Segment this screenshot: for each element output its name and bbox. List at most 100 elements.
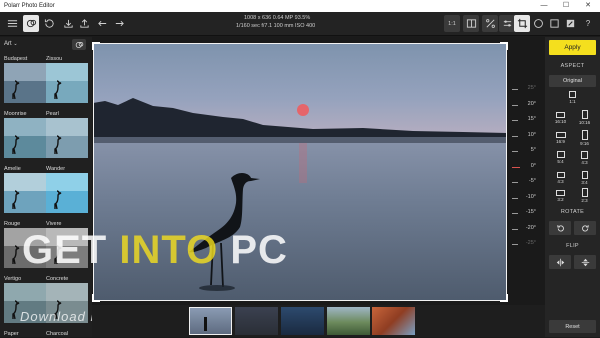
filter-zissou[interactable]: Zissou bbox=[46, 55, 88, 103]
aspect-ratio-button[interactable]: 4:3 bbox=[573, 149, 596, 166]
aspect-ratio-button[interactable]: 2:3 bbox=[573, 187, 596, 204]
filter-name: Moonrise bbox=[4, 111, 27, 117]
rotate-heading: ROTATE bbox=[560, 209, 585, 215]
crop-handle-bottom-right[interactable] bbox=[500, 294, 508, 302]
maximize-button[interactable]: ☐ bbox=[556, 0, 576, 12]
filter-name: Vertigo bbox=[4, 276, 22, 282]
aspect-ratio-button[interactable]: 16:9 bbox=[549, 129, 572, 146]
crop-handle-top-left[interactable] bbox=[92, 42, 100, 50]
brush-icon[interactable] bbox=[562, 15, 578, 32]
menu-icon[interactable] bbox=[4, 15, 20, 32]
percent-icon[interactable] bbox=[482, 15, 498, 32]
aspect-shape-icon bbox=[581, 150, 588, 159]
filter-budapest[interactable]: Budapest bbox=[4, 55, 46, 103]
ruler-tick: 25° bbox=[512, 85, 542, 93]
category-dropdown[interactable]: Art ⌄ bbox=[4, 41, 18, 47]
tick-label: -25° bbox=[525, 240, 536, 246]
ruler-tick: 10° bbox=[512, 132, 542, 140]
aspect-ratio-button[interactable]: 3:2 bbox=[549, 187, 572, 204]
ruler-tick: 15° bbox=[512, 116, 542, 124]
tick-mark bbox=[512, 244, 518, 245]
aspect-shape-icon bbox=[556, 151, 565, 158]
film-thumb-canyon[interactable] bbox=[372, 307, 415, 335]
flip-horizontal-icon[interactable] bbox=[549, 255, 571, 269]
redo-icon[interactable] bbox=[111, 15, 127, 32]
top-toolbar: 1008 x 636 0.64 MP 93.5% 1/160 sec f/7.1… bbox=[0, 12, 600, 36]
aspect-ratio-label: 4:3 bbox=[557, 178, 564, 184]
tick-mark bbox=[512, 120, 518, 121]
aspect-ratio-button[interactable]: 10:16 bbox=[573, 109, 596, 126]
aspect-shape-icon bbox=[581, 170, 588, 179]
filter-name: Pearl bbox=[46, 111, 59, 117]
rotate-right-icon[interactable] bbox=[574, 221, 596, 235]
aspect-ratio-label: 3:2 bbox=[557, 196, 564, 202]
filter-amelie[interactable]: Amelie bbox=[4, 165, 46, 213]
tick-mark bbox=[512, 182, 518, 183]
film-thumb-dark-sky[interactable] bbox=[281, 307, 324, 335]
crop-icon[interactable] bbox=[514, 15, 530, 32]
square-mask-icon[interactable] bbox=[546, 15, 562, 32]
minimize-button[interactable]: — bbox=[534, 0, 554, 12]
flip-vertical-icon[interactable] bbox=[574, 255, 596, 269]
filter-overlay-icon[interactable] bbox=[72, 39, 86, 50]
aspect-ratio-button[interactable]: 3:4 bbox=[573, 169, 596, 186]
aspect-ratio-label: 9:16 bbox=[580, 140, 589, 146]
filter-pearl[interactable]: Pearl bbox=[46, 110, 88, 158]
aspect-ratio-button[interactable]: 1:1 bbox=[561, 89, 584, 106]
tick-mark bbox=[512, 197, 518, 199]
tick-mark bbox=[512, 213, 518, 214]
aspect-ratio-button[interactable]: 9:16 bbox=[573, 129, 596, 146]
undo-icon[interactable] bbox=[94, 15, 110, 32]
aspect-shape-icon bbox=[556, 189, 565, 196]
aspect-ratio-label: 10:16 bbox=[578, 120, 591, 125]
ruler-tick: 5° bbox=[512, 147, 542, 155]
original-aspect-button[interactable]: Original bbox=[549, 75, 596, 87]
filter-wander[interactable]: Wander bbox=[46, 165, 88, 213]
crop-handle-top-right[interactable] bbox=[500, 42, 508, 50]
flip-heading: FLIP bbox=[566, 243, 579, 249]
tick-label: -20° bbox=[525, 224, 536, 231]
import-icon[interactable] bbox=[60, 15, 76, 32]
filmstrip bbox=[92, 305, 545, 337]
aspect-ratio-label: 2:3 bbox=[581, 198, 588, 203]
compare-icon[interactable] bbox=[463, 15, 479, 32]
filter-name: Budapest bbox=[4, 56, 28, 62]
aspect-shape-icon bbox=[555, 131, 566, 138]
aspect-ratio-label: 16:9 bbox=[556, 138, 565, 144]
rotate-left-icon[interactable] bbox=[549, 221, 571, 235]
crop-handle-bottom-left[interactable] bbox=[92, 294, 100, 302]
close-button[interactable]: ✕ bbox=[578, 0, 598, 12]
film-thumb-hills[interactable] bbox=[327, 307, 370, 335]
tick-mark bbox=[512, 135, 518, 137]
filter-moonrise[interactable]: Moonrise bbox=[4, 110, 46, 158]
filters-icon[interactable] bbox=[23, 15, 39, 32]
rotation-ruler[interactable]: 25° 20° 15° 10° 5° 0° -5° -10° -15° -20° -25° bbox=[512, 85, 542, 265]
zoom-1to1-button[interactable]: 1:1 bbox=[444, 15, 460, 32]
apply-button[interactable]: Apply bbox=[549, 40, 596, 55]
tick-label: 25° bbox=[527, 85, 536, 91]
tick-mark bbox=[512, 89, 518, 90]
reset-button[interactable]: Reset bbox=[549, 320, 596, 333]
export-icon[interactable] bbox=[76, 15, 92, 32]
history-icon[interactable] bbox=[41, 15, 57, 32]
aspect-ratio-button[interactable]: 16:10 bbox=[549, 109, 572, 126]
aspect-ratio-button[interactable]: 4:3 bbox=[549, 169, 572, 186]
tick-mark bbox=[512, 166, 520, 168]
tick-mark bbox=[512, 151, 518, 152]
aspect-ratio-button[interactable]: 5:4 bbox=[549, 149, 572, 166]
film-thumb-landscape[interactable] bbox=[235, 307, 278, 335]
ruler-tick: -10° bbox=[512, 194, 542, 202]
aspect-ratio-label: 1:1 bbox=[569, 99, 576, 104]
adjust-icon[interactable] bbox=[499, 15, 515, 32]
tick-label: 5° bbox=[530, 147, 536, 153]
film-thumb-heron[interactable] bbox=[189, 307, 232, 335]
aspect-shape-icon bbox=[569, 91, 576, 98]
aspect-ratio-label: 3:4 bbox=[581, 179, 588, 185]
exif-info: 1/160 sec f/7.1 100 mm ISO 400 bbox=[236, 23, 316, 29]
filter-thumbnail bbox=[4, 118, 46, 158]
circle-mask-icon[interactable] bbox=[530, 15, 546, 32]
tick-label: -10° bbox=[525, 193, 536, 200]
help-button[interactable]: ? bbox=[580, 15, 596, 32]
filters-panel: Art ⌄ Budapest Zissou Moonrise Pearl Amelie W… bbox=[0, 37, 92, 337]
ruler-tick: -5° bbox=[512, 178, 542, 186]
